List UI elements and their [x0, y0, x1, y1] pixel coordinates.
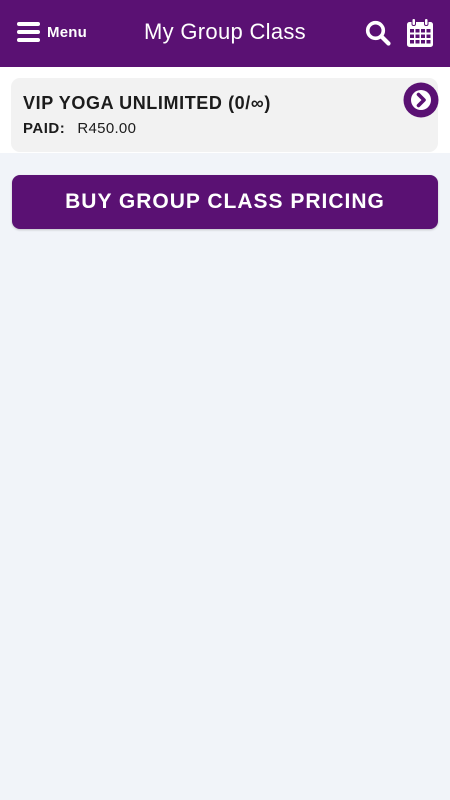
- paid-label: PAID:: [23, 120, 66, 137]
- search-icon: [365, 20, 391, 46]
- calendar-button[interactable]: [406, 18, 434, 48]
- buy-group-class-pricing-button[interactable]: BUY GROUP CLASS PRICING: [12, 175, 438, 229]
- app-header: Menu My Group Class: [0, 0, 450, 67]
- class-card[interactable]: VIP YOGA UNLIMITED (0/∞) PAID: R450.00: [11, 78, 439, 152]
- paid-amount: R450.00: [77, 120, 137, 137]
- chevron-right-circle-icon: [403, 82, 439, 118]
- open-class-button[interactable]: [403, 82, 439, 118]
- class-name: VIP YOGA UNLIMITED (0/∞): [23, 93, 271, 113]
- paid-row: PAID: R450.00: [23, 120, 136, 137]
- search-button[interactable]: [365, 20, 391, 46]
- calendar-icon: [407, 18, 433, 47]
